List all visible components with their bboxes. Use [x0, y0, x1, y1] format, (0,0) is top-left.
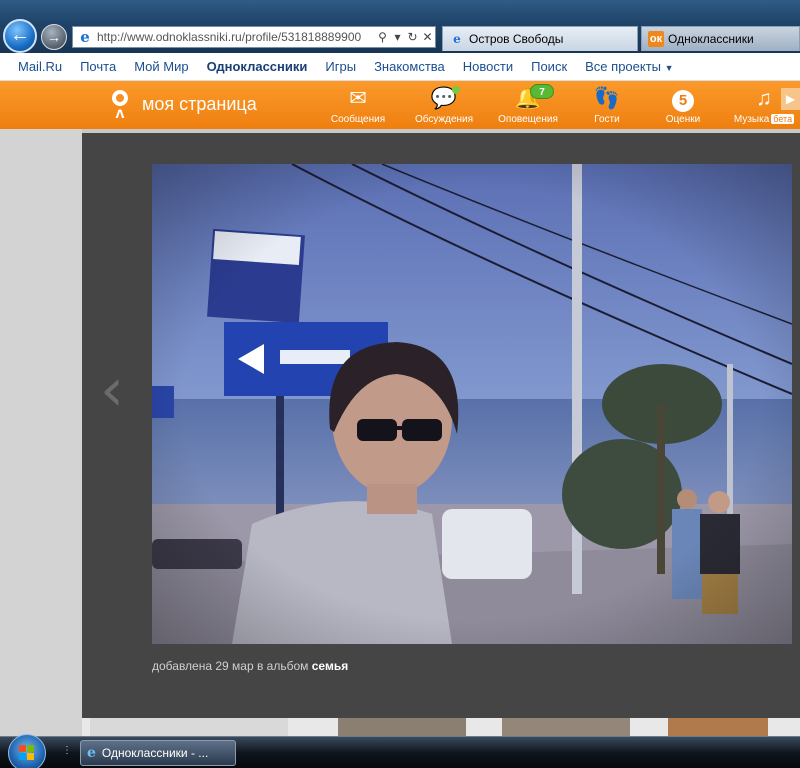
- portal-link-znakomstva[interactable]: Знакомства: [374, 59, 445, 74]
- thumbnail[interactable]: [338, 718, 466, 738]
- rating-five-icon: 5: [647, 86, 719, 112]
- ok-tab-icon: ок: [648, 31, 664, 47]
- chevron-down-icon: ▼: [664, 63, 674, 73]
- previous-photo-arrow-icon[interactable]: ‹: [100, 360, 124, 420]
- toolbar-discussions[interactable]: 💬 Обсуждения: [408, 86, 480, 125]
- portal-link-all-projects[interactable]: Все проекты ▼: [585, 59, 673, 74]
- ie-tab-icon: e: [453, 32, 461, 46]
- ie-page-icon: e: [80, 28, 90, 46]
- thumbnail-strip: [82, 718, 800, 738]
- tab-ostrov-svobody[interactable]: e Остров Свободы: [442, 26, 638, 51]
- toolbar-guests[interactable]: 👣 Гости: [571, 86, 643, 125]
- page-background: [0, 129, 82, 736]
- notifications-badge: 7: [530, 84, 554, 99]
- toolbar-label: Оценки: [665, 114, 701, 125]
- back-button[interactable]: ←: [3, 19, 37, 53]
- toolbar-ratings[interactable]: 5 Оценки: [647, 86, 719, 125]
- toolbar-messages[interactable]: ✉ Сообщения: [322, 86, 394, 125]
- address-url[interactable]: http://www.odnoklassniki.ru/profile/5318…: [97, 30, 375, 44]
- toolbar-label: Сообщения: [330, 114, 386, 125]
- thumbnail[interactable]: [668, 718, 768, 738]
- quick-launch-grip-icon: ⋮: [62, 745, 72, 756]
- tab-title: Одноклассники: [668, 32, 754, 46]
- forward-button[interactable]: →: [41, 24, 67, 50]
- my-page-link[interactable]: моя страница: [142, 94, 257, 115]
- footprints-icon: 👣: [593, 87, 621, 110]
- toolbar-notifications[interactable]: 🔔 7 Оповещения: [492, 84, 564, 125]
- windows-logo-icon: [19, 745, 35, 761]
- dropdown-icon[interactable]: ▾: [390, 30, 405, 44]
- ok-logo-icon[interactable]: ʌ: [108, 90, 132, 122]
- portal-link-poisk[interactable]: Поиск: [531, 59, 567, 74]
- portal-link-igry[interactable]: Игры: [325, 59, 356, 74]
- portal-link-odnoklassniki[interactable]: Одноклассники: [207, 59, 308, 74]
- tab-odnoklassniki[interactable]: ок Одноклассники: [641, 26, 800, 51]
- thumbnail[interactable]: [90, 718, 288, 738]
- search-icon[interactable]: ⚲: [375, 30, 390, 44]
- toolbar-label: Оповещения: [498, 114, 558, 125]
- toolbar-label: Гости: [594, 114, 620, 125]
- scroll-right-arrow-icon[interactable]: ▶: [781, 88, 800, 110]
- portal-link-novosti[interactable]: Новости: [463, 59, 513, 74]
- thumbnail[interactable]: [502, 718, 630, 738]
- tab-title: Остров Свободы: [469, 32, 564, 46]
- close-icon[interactable]: ✕: [420, 30, 435, 44]
- portal-link-pochta[interactable]: Почта: [80, 59, 116, 74]
- photo[interactable]: [152, 164, 792, 644]
- album-link[interactable]: семья: [312, 659, 348, 673]
- toolbar-label: Обсуждения: [414, 114, 474, 125]
- all-projects-label: Все проекты: [585, 59, 662, 74]
- taskbar-item-label: Одноклассники - ...: [101, 746, 209, 760]
- beta-tag: бета: [771, 114, 795, 124]
- refresh-icon[interactable]: ↻: [405, 30, 420, 44]
- speech-bubbles-icon: 💬: [430, 87, 458, 110]
- photo-caption: добавлена 29 мар в альбом семья: [152, 659, 348, 673]
- taskbar: ⋮ e Одноклассники - ...: [0, 734, 800, 768]
- portal-link-moy-mir[interactable]: Мой Мир: [134, 59, 188, 74]
- envelope-icon: ✉: [349, 87, 367, 110]
- ok-toolbar: ʌ моя страница ✉ Сообщения 💬 Обсуждения …: [0, 81, 800, 129]
- new-indicator: [452, 86, 460, 94]
- ie-taskbar-icon: e: [87, 745, 96, 761]
- caption-text: добавлена 29 мар в альбом: [152, 659, 309, 673]
- start-button[interactable]: [8, 734, 46, 768]
- portal-nav: Mail.Ru Почта Мой Мир Одноклассники Игры…: [0, 53, 800, 81]
- address-bar[interactable]: e http://www.odnoklassniki.ru/profile/53…: [72, 26, 436, 48]
- portal-link-mailru[interactable]: Mail.Ru: [18, 59, 62, 74]
- toolbar-label: Музыка: [733, 114, 770, 125]
- taskbar-item-ie[interactable]: e Одноклассники - ...: [80, 740, 236, 766]
- browser-toolbar: ← → e http://www.odnoklassniki.ru/profil…: [0, 0, 800, 53]
